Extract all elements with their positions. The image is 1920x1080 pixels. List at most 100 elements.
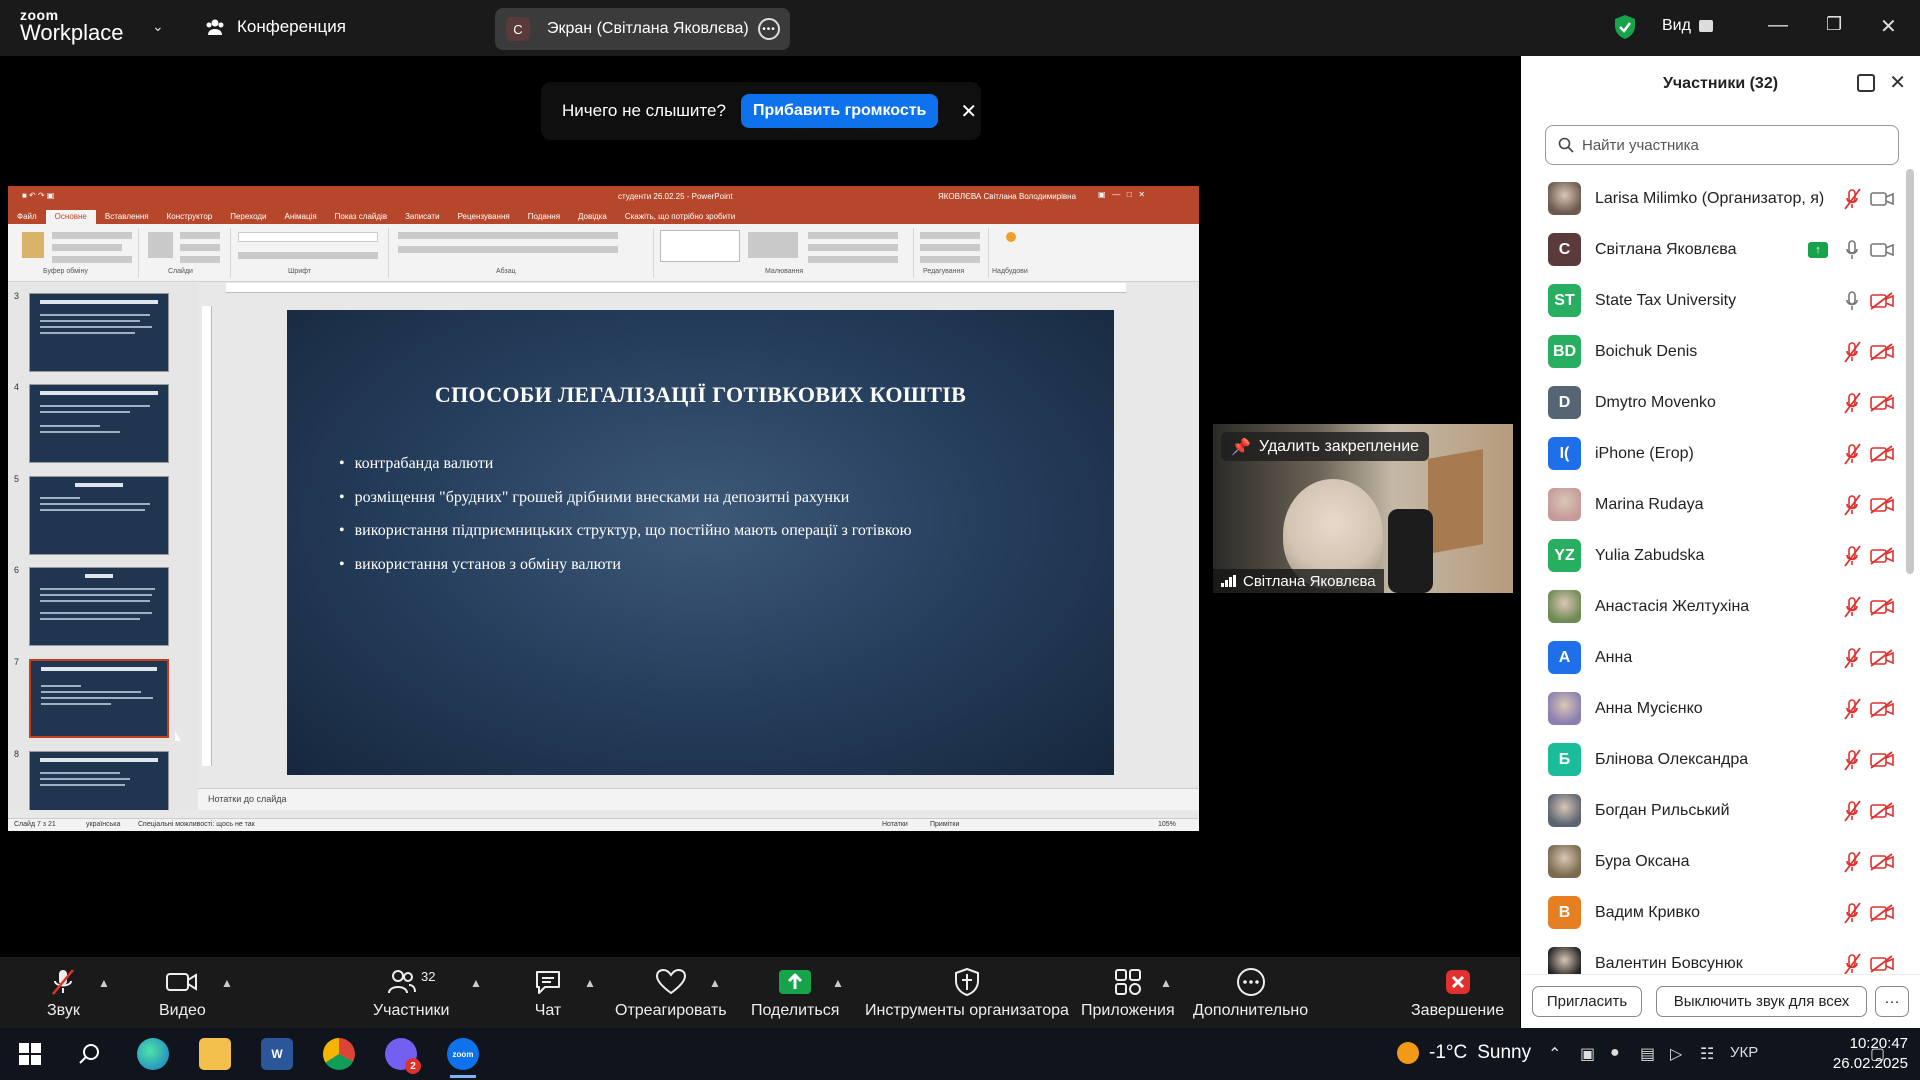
participant-row[interactable]: Богдан Рильський bbox=[1521, 785, 1906, 836]
view-menu[interactable]: Вид bbox=[1662, 17, 1713, 35]
mic-muted-icon[interactable] bbox=[1843, 493, 1861, 516]
mic-muted-icon[interactable] bbox=[1843, 646, 1861, 669]
participant-row[interactable]: Б Блінова Олександра bbox=[1521, 734, 1906, 785]
chrome-icon[interactable] bbox=[323, 1038, 355, 1070]
battery-icon[interactable]: ▤ bbox=[1640, 1044, 1655, 1064]
camera-off-icon[interactable] bbox=[1870, 291, 1894, 310]
notifications-icon[interactable]: ▢ bbox=[1870, 1044, 1885, 1064]
camera-off-icon[interactable] bbox=[1870, 852, 1894, 871]
mic-muted-icon[interactable] bbox=[1843, 442, 1861, 465]
word-icon[interactable]: W bbox=[261, 1038, 293, 1070]
viber-icon[interactable]: 2 bbox=[385, 1038, 421, 1074]
unpin-button[interactable]: 📌 Удалить закрепление bbox=[1221, 432, 1430, 461]
microphone-icon[interactable]: ● bbox=[1610, 1044, 1620, 1062]
video-button[interactable]: Видео bbox=[159, 967, 206, 1020]
participants-options-caret[interactable]: ▲ bbox=[470, 976, 482, 990]
participant-search[interactable] bbox=[1545, 125, 1899, 165]
zoom-icon[interactable]: zoom bbox=[447, 1038, 479, 1078]
react-button[interactable]: Отреагировать bbox=[615, 967, 727, 1020]
camera-off-icon[interactable] bbox=[1870, 444, 1894, 463]
camera-off-icon[interactable] bbox=[1870, 801, 1894, 820]
close-icon[interactable]: ✕ bbox=[1880, 14, 1897, 39]
mic-muted-icon[interactable] bbox=[1843, 952, 1861, 975]
popout-icon[interactable] bbox=[1857, 74, 1875, 92]
mic-icon[interactable] bbox=[1843, 290, 1861, 312]
participant-row[interactable]: BD Boichuk Denis bbox=[1521, 326, 1906, 377]
chevron-down-icon[interactable]: ⌄ bbox=[152, 18, 164, 35]
camera-off-icon[interactable] bbox=[1870, 903, 1894, 922]
mic-muted-icon[interactable] bbox=[1843, 850, 1861, 873]
share-button[interactable]: Поделиться bbox=[751, 967, 839, 1020]
video-options-caret[interactable]: ▲ bbox=[221, 976, 233, 990]
react-options-caret[interactable]: ▲ bbox=[709, 976, 721, 990]
mic-muted-icon[interactable] bbox=[1843, 391, 1861, 414]
mic-icon[interactable] bbox=[1843, 239, 1861, 261]
participant-row[interactable]: Marina Rudaya bbox=[1521, 479, 1906, 530]
camera-off-icon[interactable] bbox=[1870, 648, 1894, 667]
camera-off-icon[interactable] bbox=[1870, 597, 1894, 616]
language-indicator[interactable]: УКР bbox=[1730, 1044, 1758, 1061]
camera-off-icon[interactable] bbox=[1870, 495, 1894, 514]
camera-icon[interactable] bbox=[1870, 241, 1894, 259]
camera-icon[interactable] bbox=[1870, 190, 1894, 208]
participant-row[interactable]: A Анна bbox=[1521, 632, 1906, 683]
camera-off-icon[interactable] bbox=[1870, 342, 1894, 361]
security-shield-icon[interactable] bbox=[1613, 14, 1637, 40]
clock[interactable]: 10:20:47 26.02.2025 bbox=[1823, 1034, 1908, 1074]
mic-muted-icon[interactable] bbox=[1843, 544, 1861, 567]
participant-row[interactable]: ST State Tax University bbox=[1521, 275, 1906, 326]
mic-muted-icon[interactable] bbox=[1843, 901, 1861, 924]
camera-off-icon[interactable] bbox=[1870, 954, 1894, 973]
pinned-video-tile[interactable]: 📌 Удалить закрепление Світлана Яковлєва bbox=[1213, 424, 1513, 593]
participant-row[interactable]: Анастасія Желтухіна bbox=[1521, 581, 1906, 632]
mic-muted-icon[interactable] bbox=[1843, 697, 1861, 720]
zoom-logo[interactable]: zoom Workplace bbox=[20, 8, 150, 44]
camera-off-icon[interactable] bbox=[1870, 546, 1894, 565]
mic-muted-icon[interactable] bbox=[1843, 595, 1861, 618]
close-notice-icon[interactable]: ✕ bbox=[960, 99, 977, 124]
camera-off-icon[interactable] bbox=[1870, 699, 1894, 718]
file-explorer-icon[interactable] bbox=[199, 1038, 231, 1070]
participant-row[interactable]: Larisa Milimko (Организатор, я) bbox=[1521, 173, 1906, 224]
tray-app-icon[interactable]: ▣ bbox=[1580, 1044, 1595, 1064]
chevron-up-icon[interactable]: ⌃ bbox=[1548, 1044, 1561, 1064]
apps-button[interactable]: Приложения bbox=[1081, 967, 1175, 1020]
search-icon[interactable] bbox=[74, 1038, 106, 1070]
participant-row[interactable]: Анна Мусієнко bbox=[1521, 683, 1906, 734]
participant-row[interactable]: Бура Оксана bbox=[1521, 836, 1906, 887]
mic-muted-icon[interactable] bbox=[1843, 748, 1861, 771]
audio-options-caret[interactable]: ▲ bbox=[98, 976, 110, 990]
meeting-info[interactable]: Конференция bbox=[205, 17, 346, 37]
participant-row[interactable]: C Світлана Яковлєва ↑ bbox=[1521, 224, 1906, 275]
apps-options-caret[interactable]: ▲ bbox=[1160, 976, 1172, 990]
screen-share-indicator[interactable]: C Экран (Світлана Яковлєва) ••• bbox=[495, 8, 790, 50]
chat-options-caret[interactable]: ▲ bbox=[584, 976, 596, 990]
mute-all-button[interactable]: Выключить звук для всех bbox=[1656, 986, 1867, 1017]
invite-button[interactable]: Пригласить bbox=[1532, 986, 1642, 1017]
more-options-icon[interactable]: ••• bbox=[758, 18, 780, 40]
end-meeting-button[interactable]: Завершение bbox=[1411, 967, 1504, 1020]
restore-icon[interactable]: ❐ bbox=[1826, 14, 1842, 35]
windows-start-icon[interactable] bbox=[14, 1038, 46, 1070]
participant-row[interactable]: В Вадим Кривко bbox=[1521, 887, 1906, 938]
camera-off-icon[interactable] bbox=[1870, 393, 1894, 412]
share-options-caret[interactable]: ▲ bbox=[832, 976, 844, 990]
increase-volume-button[interactable]: Прибавить громкость bbox=[740, 94, 939, 128]
search-input[interactable] bbox=[1582, 136, 1882, 154]
participant-row[interactable]: YZ Yulia Zabudska bbox=[1521, 530, 1906, 581]
camera-off-icon[interactable] bbox=[1870, 750, 1894, 769]
host-tools-button[interactable]: Инструменты организатора bbox=[865, 967, 1069, 1020]
edge-icon[interactable] bbox=[137, 1038, 169, 1070]
participants-button[interactable]: 32 Участники bbox=[373, 967, 449, 1020]
volume-icon[interactable]: ▷ bbox=[1670, 1044, 1682, 1064]
mic-muted-icon[interactable] bbox=[1843, 340, 1861, 363]
weather-widget[interactable]: -1°C Sunny bbox=[1397, 1042, 1531, 1064]
participant-row[interactable]: I(iPhone (Егор) bbox=[1521, 428, 1906, 479]
more-button[interactable]: ··· bbox=[1875, 986, 1909, 1017]
more-button[interactable]: Дополнительно bbox=[1193, 967, 1308, 1020]
chat-button[interactable]: Чат bbox=[533, 967, 563, 1020]
mic-muted-icon[interactable] bbox=[1843, 799, 1861, 822]
network-icon[interactable]: ☷ bbox=[1700, 1044, 1714, 1064]
minimize-icon[interactable]: — bbox=[1768, 14, 1788, 37]
participant-row[interactable]: D Dmytro Movenko bbox=[1521, 377, 1906, 428]
